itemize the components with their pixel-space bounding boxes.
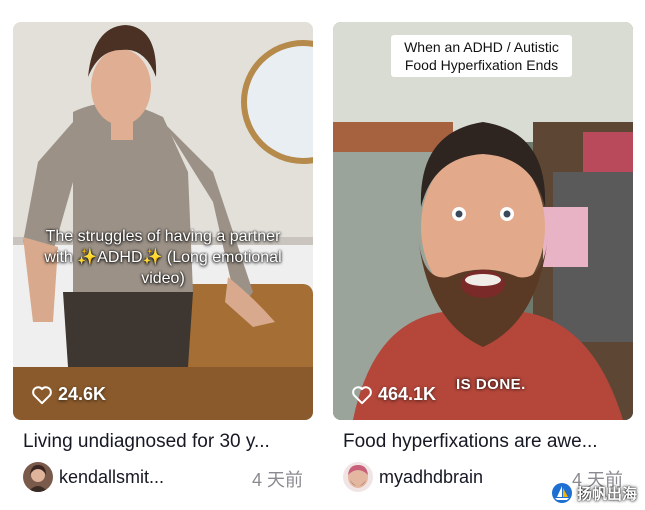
like-count-value: 464.1K <box>378 384 437 404</box>
heart-outline-icon <box>352 385 372 404</box>
watermark: 扬帆出海 <box>551 482 637 504</box>
sailboat-logo-icon <box>551 483 572 503</box>
avatar-image <box>343 462 373 492</box>
video-title[interactable]: Food hyperfixations are awe... <box>343 431 633 453</box>
like-count: 24.6K <box>31 384 106 405</box>
author[interactable]: kendallsmit... <box>23 462 164 492</box>
thumbnail-image-woman <box>13 22 313 420</box>
avatar-image <box>23 462 53 492</box>
video-thumbnail-2[interactable]: When an ADHD / Autistic Food Hyperfixati… <box>333 22 633 420</box>
video-title[interactable]: Living undiagnosed for 30 y... <box>23 431 313 453</box>
video-caption-text: When an ADHD / Autistic Food Hyperfixati… <box>404 39 559 73</box>
like-count-value: 24.6K <box>58 384 107 404</box>
video-overlay-text: The struggles of having a partner with ✨… <box>44 228 282 287</box>
post-time: 4 天前 <box>251 470 303 490</box>
video-caption-box: When an ADHD / Autistic Food Hyperfixati… <box>391 35 572 77</box>
avatar[interactable] <box>23 462 53 492</box>
author-username[interactable]: myadhdbrain <box>379 467 483 488</box>
video-subtitle-text: IS DONE. <box>456 376 526 393</box>
author-username[interactable]: kendallsmit... <box>59 467 164 488</box>
video-thumbnail-1[interactable]: The struggles of having a partner with ✨… <box>13 22 313 420</box>
author[interactable]: myadhdbrain <box>343 462 483 492</box>
watermark-text: 扬帆出海 <box>576 485 637 503</box>
like-count: 464.1K <box>351 384 436 405</box>
avatar[interactable] <box>343 462 373 492</box>
heart-outline-icon <box>32 385 52 404</box>
thumbnail-image-man <box>333 22 633 420</box>
